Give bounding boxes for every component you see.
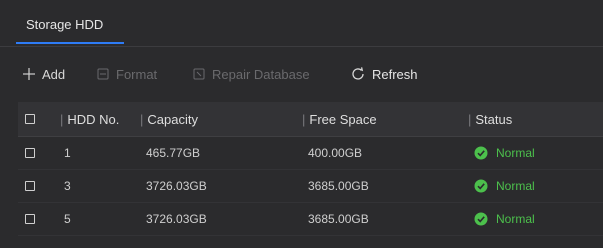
hdd-no-cell: 1 [64,146,71,160]
capacity-cell: 3726.03GB [146,212,207,226]
check-circle-icon [474,179,488,193]
table-row[interactable]: 5 3726.03GB 3685.00GB Normal [18,203,603,236]
row-checkbox[interactable] [25,148,35,158]
refresh-icon [352,67,364,80]
row-checkbox[interactable] [25,214,35,224]
check-circle-icon [474,212,488,226]
repair-database-button[interactable]: Repair Database [192,60,310,88]
hdd-no-cell: 5 [64,212,71,226]
select-all-checkbox[interactable] [25,114,35,124]
hdd-table: | HDD No. | Capacity | Free Space | Status 1… [18,102,603,236]
capacity-cell: 465.77GB [146,146,201,160]
refresh-button[interactable]: Refresh [350,60,418,88]
header-hdd-no[interactable]: | HDD No. [60,112,119,127]
format-label: Format [116,66,158,82]
header-status[interactable]: | Status [468,112,512,127]
tab-storage-hdd[interactable]: Storage HDD [16,6,113,42]
header-capacity[interactable]: | Capacity [140,112,198,127]
toolbar: Add Format Repair Database Refresh [0,60,603,88]
row-checkbox[interactable] [25,181,35,191]
repair-icon [193,68,205,80]
status-cell: Normal [474,146,535,160]
status-text: Normal [496,146,535,160]
table-header: | HDD No. | Capacity | Free Space | Status [18,102,603,137]
status-text: Normal [496,212,535,226]
check-circle-icon [474,146,488,160]
format-icon [97,68,109,80]
hdd-no-cell: 3 [64,179,71,193]
add-label: Add [42,66,66,82]
add-button[interactable]: Add [22,60,65,88]
status-cell: Normal [474,179,535,193]
table-row[interactable]: 1 465.77GB 400.00GB Normal [18,137,603,170]
free-space-cell: 3685.00GB [308,212,369,226]
table-row[interactable]: 3 3726.03GB 3685.00GB Normal [18,170,603,203]
status-cell: Normal [474,212,535,226]
active-tab-indicator [16,42,124,44]
refresh-label: Refresh [372,66,418,82]
repair-label: Repair Database [212,66,310,82]
format-button[interactable]: Format [96,60,157,88]
status-text: Normal [496,179,535,193]
capacity-cell: 3726.03GB [146,179,207,193]
plus-icon [23,68,35,80]
tab-label: Storage HDD [26,16,104,32]
free-space-cell: 3685.00GB [308,179,369,193]
free-space-cell: 400.00GB [308,146,363,160]
tab-bar: Storage HDD [0,0,603,47]
header-free-space[interactable]: | Free Space [302,112,377,127]
